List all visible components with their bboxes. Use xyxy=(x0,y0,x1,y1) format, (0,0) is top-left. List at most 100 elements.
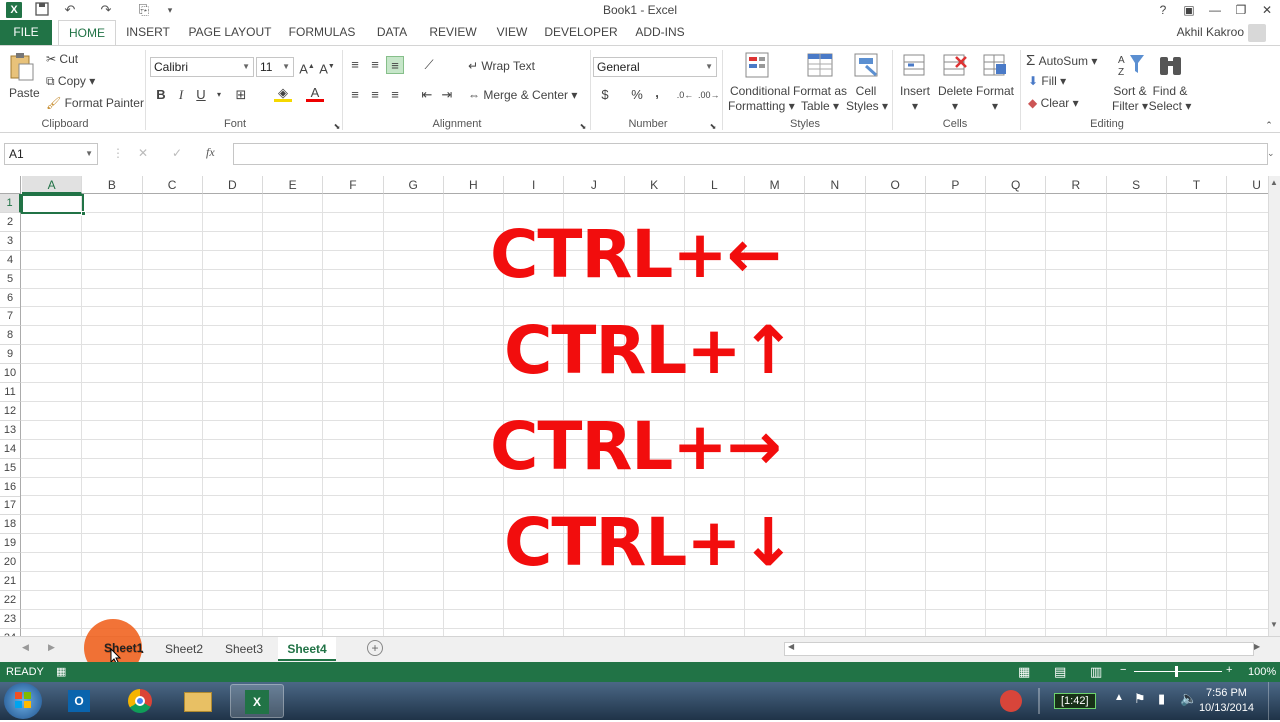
tab-review[interactable]: REVIEW xyxy=(426,20,480,45)
row-header[interactable]: 5 xyxy=(0,269,21,289)
zoom-slider-thumb[interactable] xyxy=(1175,666,1178,677)
increase-decimal-icon[interactable]: .0← xyxy=(676,86,694,104)
cut-button[interactable]: ✂ Cut xyxy=(46,52,78,66)
align-bottom-icon[interactable]: ≡ xyxy=(386,56,404,74)
column-header[interactable]: O xyxy=(865,176,926,194)
number-format-select[interactable]: General ▼ xyxy=(593,57,717,77)
column-header[interactable]: E xyxy=(263,176,324,194)
wrap-text-button[interactable]: ↵ Wrap Text xyxy=(468,59,535,73)
scroll-left-icon[interactable]: ◀ xyxy=(788,642,794,651)
align-left-icon[interactable]: ≡ xyxy=(346,86,364,104)
scroll-up-icon[interactable]: ▲ xyxy=(1270,178,1278,187)
horizontal-scrollbar[interactable] xyxy=(784,642,1254,656)
column-header[interactable]: D xyxy=(202,176,263,194)
tab-page-layout[interactable]: PAGE LAYOUT xyxy=(186,20,274,45)
row-header[interactable]: 9 xyxy=(0,345,21,365)
action-center-flag-icon[interactable]: ⚑ xyxy=(1134,691,1146,707)
zoom-slider[interactable] xyxy=(1134,671,1222,672)
orientation-icon[interactable]: ⟋ xyxy=(420,56,438,74)
sort-filter-button[interactable]: Sort & Filter ▾ xyxy=(1110,84,1150,114)
sheet-tab-2[interactable]: Sheet2 xyxy=(156,637,212,661)
underline-dropdown-icon[interactable]: ▾ xyxy=(210,86,228,104)
tab-developer[interactable]: DEVELOPER xyxy=(544,20,618,45)
column-header[interactable]: H xyxy=(443,176,504,194)
selected-cell-a1[interactable] xyxy=(21,194,86,216)
sheet-tab-3[interactable]: Sheet3 xyxy=(216,637,272,661)
row-header[interactable]: 1 xyxy=(0,194,21,213)
volume-icon[interactable]: 🔈 xyxy=(1180,690,1197,707)
decrease-font-icon[interactable]: A▼ xyxy=(318,58,336,76)
row-header[interactable]: 4 xyxy=(0,250,21,270)
excel-taskbar-icon[interactable]: X xyxy=(230,684,284,718)
macro-record-icon[interactable]: ▦ xyxy=(56,665,66,678)
row-header[interactable]: 20 xyxy=(0,553,21,573)
find-select-button[interactable]: Find & Select ▾ xyxy=(1148,84,1192,114)
select-all-corner[interactable] xyxy=(0,176,21,194)
fill-button[interactable]: ⬇ Fill ▾ xyxy=(1028,74,1066,88)
close-icon[interactable]: ✕ xyxy=(1254,0,1280,20)
row-header[interactable]: 8 xyxy=(0,326,21,346)
page-layout-view-icon[interactable]: ▤ xyxy=(1054,664,1066,680)
autosum-button[interactable]: Σ AutoSum ▾ xyxy=(1026,52,1097,69)
column-header[interactable]: Q xyxy=(986,176,1047,194)
row-header[interactable]: 6 xyxy=(0,288,21,308)
column-header[interactable]: J xyxy=(564,176,625,194)
borders-icon[interactable]: ⊞ xyxy=(232,86,250,104)
tab-formulas[interactable]: FORMULAS xyxy=(286,20,358,45)
scroll-down-icon[interactable]: ▼ xyxy=(1270,620,1278,629)
tab-insert[interactable]: INSERT xyxy=(122,20,174,45)
column-header[interactable]: I xyxy=(504,176,565,194)
row-header[interactable]: 16 xyxy=(0,477,21,497)
collapse-ribbon-icon[interactable]: ⌃ xyxy=(1260,116,1278,134)
copy-button[interactable]: ⧉ Copy ▾ xyxy=(46,74,95,89)
row-header[interactable]: 12 xyxy=(0,401,21,421)
user-name[interactable]: Akhil Kakroo xyxy=(1177,25,1244,39)
increase-indent-icon[interactable]: ⇥ xyxy=(438,86,456,104)
paste-button[interactable]: Paste xyxy=(9,86,40,100)
recording-timer[interactable]: [1:42] xyxy=(1054,693,1096,709)
bold-button[interactable]: B xyxy=(152,86,170,104)
row-header[interactable]: 18 xyxy=(0,515,21,535)
restore-icon[interactable]: ❐ xyxy=(1228,0,1254,20)
show-hidden-icons[interactable]: ▲ xyxy=(1114,692,1124,703)
tab-add-ins[interactable]: ADD-INS xyxy=(630,20,690,45)
conditional-formatting-button[interactable]: Conditional Formatting ▾ xyxy=(728,84,795,114)
currency-button[interactable]: $ xyxy=(596,86,614,104)
font-size-select[interactable]: 11 ▼ xyxy=(256,57,294,77)
font-color-icon[interactable]: A xyxy=(306,84,324,102)
tray-app-icon[interactable] xyxy=(1000,690,1022,712)
underline-button[interactable]: U xyxy=(192,86,210,104)
row-header[interactable]: 24 xyxy=(0,628,21,636)
row-header[interactable]: 2 xyxy=(0,212,21,232)
page-break-view-icon[interactable]: ▥ xyxy=(1090,664,1102,680)
column-header[interactable]: T xyxy=(1166,176,1227,194)
format-button[interactable]: Format ▾ xyxy=(976,84,1014,114)
row-header[interactable]: 21 xyxy=(0,572,21,591)
row-header[interactable]: 13 xyxy=(0,420,21,440)
column-header[interactable]: M xyxy=(745,176,806,194)
column-header[interactable]: A xyxy=(22,176,83,194)
column-header[interactable]: F xyxy=(323,176,384,194)
row-header[interactable]: 19 xyxy=(0,534,21,554)
confirm-entry-icon[interactable]: ✓ xyxy=(172,146,182,160)
fill-color-icon[interactable]: ◈ xyxy=(274,84,292,102)
show-desktop-button[interactable] xyxy=(1268,682,1280,720)
decrease-decimal-icon[interactable]: .00→ xyxy=(698,86,720,104)
clear-button[interactable]: ◆ Clear ▾ xyxy=(1028,96,1079,110)
row-header[interactable]: 15 xyxy=(0,458,21,478)
align-middle-icon[interactable]: ≡ xyxy=(366,56,384,74)
number-dialog-launcher-icon[interactable]: ⬊ xyxy=(704,118,722,136)
row-header[interactable]: 10 xyxy=(0,364,21,384)
name-box[interactable]: A1 ▼ xyxy=(4,143,98,165)
format-painter-button[interactable]: 🖌 Format Painter xyxy=(46,96,144,110)
insert-function-button[interactable]: fx xyxy=(206,145,215,160)
font-name-select[interactable]: Calibri ▼ xyxy=(150,57,254,77)
zoom-level[interactable]: 100% xyxy=(1248,666,1276,678)
cancel-entry-icon[interactable]: ✕ xyxy=(138,146,148,160)
new-sheet-icon[interactable]: + xyxy=(367,640,383,656)
normal-view-icon[interactable]: ▦ xyxy=(1018,664,1030,680)
font-dialog-launcher-icon[interactable]: ⬊ xyxy=(328,118,346,136)
column-header[interactable]: P xyxy=(925,176,986,194)
merge-center-button[interactable]: ⇔ Merge & Center ▾ xyxy=(468,88,577,102)
column-header[interactable]: R xyxy=(1046,176,1107,194)
